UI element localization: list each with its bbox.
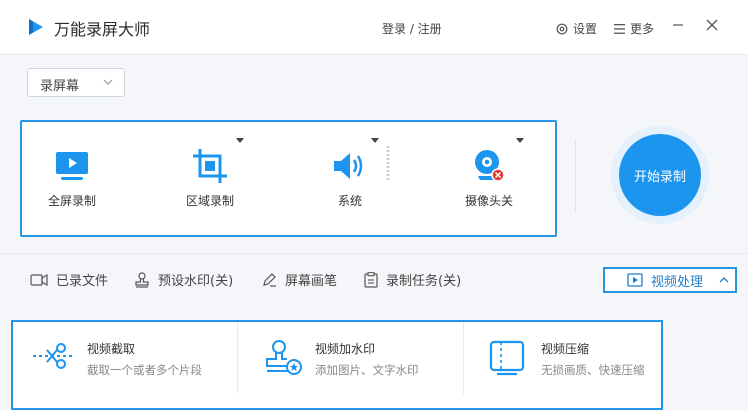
tool-video-watermark[interactable]: 视频加水印 添加图片、文字水印 — [245, 322, 463, 408]
settings-label: 设置 — [573, 22, 598, 36]
start-record-button[interactable]: 开始录制 — [619, 134, 701, 216]
minimize-icon — [673, 24, 683, 26]
recorded-files-button[interactable]: 已录文件 — [30, 270, 108, 289]
tool-video-trim-name: 视频截取 — [87, 342, 136, 356]
source-region[interactable]: 区域录制 — [160, 146, 260, 209]
video-processing-label: 视频处理 — [651, 274, 704, 290]
more-label: 更多 — [630, 22, 655, 36]
capture-source-panel: 全屏录制 区域录制 系统 摄像头关 — [20, 120, 557, 237]
section-divider — [0, 253, 748, 254]
tool-video-compress-name: 视频压缩 — [541, 342, 590, 356]
tool-divider — [463, 322, 464, 394]
source-webcam[interactable]: 摄像头关 — [439, 146, 539, 209]
screen-brush-label: 屏幕画笔 — [285, 274, 338, 289]
video-processing-toggle[interactable]: 视频处理 — [603, 267, 737, 293]
chevron-up-icon — [719, 277, 729, 283]
login-register-link[interactable]: 登录 / 注册 — [382, 20, 442, 37]
tool-video-compress-desc: 无损画质、快速压缩 — [541, 363, 645, 377]
scissors-icon — [33, 343, 73, 369]
record-tasks-button[interactable]: 录制任务(关) — [364, 270, 461, 289]
webcam-icon — [475, 150, 505, 182]
speaker-icon — [334, 153, 363, 179]
audio-dropdown-icon[interactable] — [371, 138, 379, 144]
webcam-dropdown-icon[interactable] — [516, 138, 524, 144]
tool-video-trim[interactable]: 视频截取 截取一个或者多个片段 — [13, 322, 237, 408]
clipboard-icon — [364, 271, 378, 288]
watermark-preset-label: 预设水印(关) — [158, 274, 234, 289]
region-dropdown-icon[interactable] — [236, 138, 244, 144]
settings-button[interactable]: 设置 — [556, 20, 597, 37]
record-mode-value: 录屏幕 — [40, 79, 80, 94]
tool-video-watermark-name: 视频加水印 — [315, 342, 376, 356]
screen-brush-button[interactable]: 屏幕画笔 — [261, 270, 337, 289]
title-bar: 万能录屏大师 登录 / 注册 设置 更多 — [0, 0, 748, 55]
record-mode-select[interactable]: 录屏幕 — [27, 68, 125, 97]
recorded-files-label: 已录文件 — [56, 274, 109, 289]
tool-video-watermark-desc: 添加图片、文字水印 — [315, 363, 419, 377]
video-file-icon — [30, 273, 48, 286]
tool-divider — [237, 322, 238, 394]
tool-video-trim-desc: 截取一个或者多个片段 — [87, 363, 202, 377]
minimize-button[interactable] — [667, 14, 689, 36]
volume-level-icon — [386, 146, 390, 182]
divider — [575, 140, 576, 213]
video-process-icon — [627, 273, 643, 287]
close-icon — [706, 19, 718, 31]
source-system-audio[interactable]: 系统 — [300, 146, 400, 209]
source-webcam-label: 摄像头关 — [464, 194, 513, 208]
stamp-icon — [135, 271, 149, 288]
start-record-ring: 开始录制 — [611, 126, 709, 224]
source-system-audio-label: 系统 — [337, 194, 362, 208]
menu-icon — [614, 23, 625, 34]
source-fullscreen-label: 全屏录制 — [47, 194, 96, 208]
pen-icon — [263, 272, 276, 287]
monitor-icon — [56, 152, 88, 180]
stamp-icon — [266, 340, 302, 375]
source-fullscreen[interactable]: 全屏录制 — [22, 146, 122, 209]
watermark-preset-button[interactable]: 预设水印(关) — [134, 270, 233, 289]
app-title: 万能录屏大师 — [54, 20, 151, 39]
crop-icon — [193, 149, 227, 183]
compress-icon — [489, 340, 525, 376]
app-logo-icon — [29, 19, 43, 35]
tool-video-compress[interactable]: 视频压缩 无损画质、快速压缩 — [471, 322, 661, 408]
more-button[interactable]: 更多 — [614, 20, 654, 37]
source-region-label: 区域录制 — [185, 194, 234, 208]
record-tasks-label: 录制任务(关) — [386, 274, 462, 289]
close-button[interactable] — [701, 14, 723, 36]
gear-icon — [556, 23, 568, 34]
chevron-down-icon — [103, 79, 113, 85]
